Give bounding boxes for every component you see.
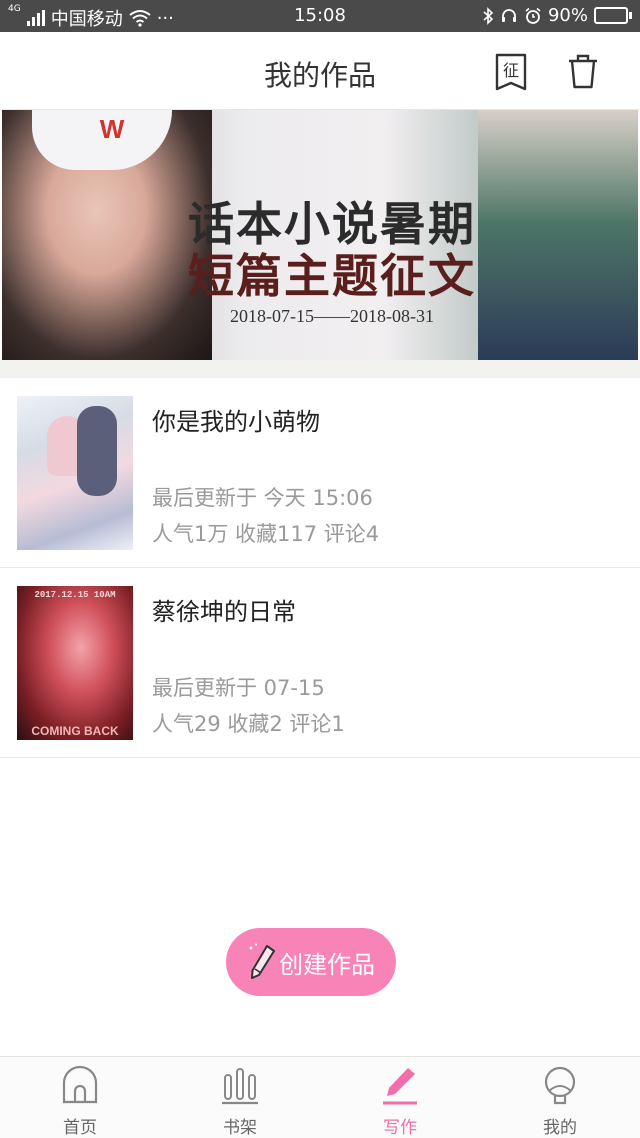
battery-icon bbox=[594, 7, 632, 24]
alarm-icon bbox=[525, 7, 541, 24]
work-updated: 最后更新于 07-15 bbox=[152, 676, 325, 700]
section-divider bbox=[0, 360, 640, 378]
cover-top-text: 2017.12.15 10AM bbox=[34, 590, 116, 600]
nav-bookshelf-label: 书架 bbox=[223, 1118, 257, 1138]
bluetooth-icon bbox=[483, 6, 494, 25]
nav-home[interactable]: 首页 bbox=[0, 1057, 160, 1138]
banner-dates: 2018-07-15——2018-08-31 bbox=[230, 306, 434, 326]
status-right: 90% bbox=[482, 5, 632, 26]
work-stats: 人气29 收藏2 评论1 bbox=[152, 712, 345, 736]
home-icon bbox=[62, 1065, 98, 1104]
app-header: 我的作品 征 bbox=[0, 32, 640, 110]
nav-profile-label: 我的 bbox=[543, 1118, 577, 1138]
headset-icon bbox=[501, 8, 516, 22]
work-list: 你是我的小萌物 最后更新于 今天 15:06 人气1万 收藏117 评论4 20… bbox=[0, 378, 640, 758]
status-bar: 4G 中国移动 ··· 15:08 90% bbox=[0, 0, 640, 32]
work-item[interactable]: 2017.12.15 10AM COMING BACK 蔡徐坤的日常 最后更新于… bbox=[0, 568, 640, 758]
pen-icon bbox=[383, 1068, 417, 1105]
work-stats: 人气1万 收藏117 评论4 bbox=[152, 522, 380, 546]
nav-profile[interactable]: 我的 bbox=[480, 1057, 640, 1138]
bottom-nav: 首页 书架 写作 我的 bbox=[0, 1056, 640, 1138]
banner-person-right bbox=[478, 110, 638, 360]
bookshelf-icon bbox=[222, 1068, 258, 1105]
nav-write[interactable]: 写作 bbox=[320, 1057, 480, 1138]
cap-logo: W bbox=[100, 114, 125, 144]
create-work-button[interactable]: 创建作品 bbox=[226, 928, 396, 996]
work-updated: 最后更新于 今天 15:06 bbox=[152, 486, 373, 510]
page-title: 我的作品 bbox=[263, 59, 376, 92]
nav-home-label: 首页 bbox=[63, 1118, 97, 1138]
work-title: 蔡徐坤的日常 bbox=[152, 598, 296, 626]
battery-percent: 90% bbox=[547, 5, 588, 26]
work-item[interactable]: 你是我的小萌物 最后更新于 今天 15:06 人气1万 收藏117 评论4 bbox=[0, 378, 640, 568]
contest-banner[interactable]: W 话本小说暑期 短篇主题征文 2018-07-15——2018-08-31 bbox=[2, 110, 638, 360]
cover-bottom-text: COMING BACK bbox=[31, 724, 119, 738]
nav-write-label: 写作 bbox=[383, 1118, 417, 1138]
work-cover: 2017.12.15 10AM COMING BACK bbox=[17, 586, 133, 740]
svg-text:征: 征 bbox=[503, 61, 519, 80]
contest-icon[interactable]: 征 bbox=[494, 52, 528, 92]
trash-icon[interactable] bbox=[566, 52, 600, 90]
pencil-icon bbox=[249, 943, 275, 979]
nav-bookshelf[interactable]: 书架 bbox=[160, 1057, 320, 1138]
work-cover bbox=[17, 396, 133, 550]
banner-title-line2: 短篇主题征文 bbox=[188, 249, 476, 303]
svg-text:W: W bbox=[100, 114, 125, 144]
create-work-label: 创建作品 bbox=[279, 950, 375, 979]
profile-icon bbox=[544, 1066, 576, 1105]
work-title: 你是我的小萌物 bbox=[152, 408, 320, 436]
